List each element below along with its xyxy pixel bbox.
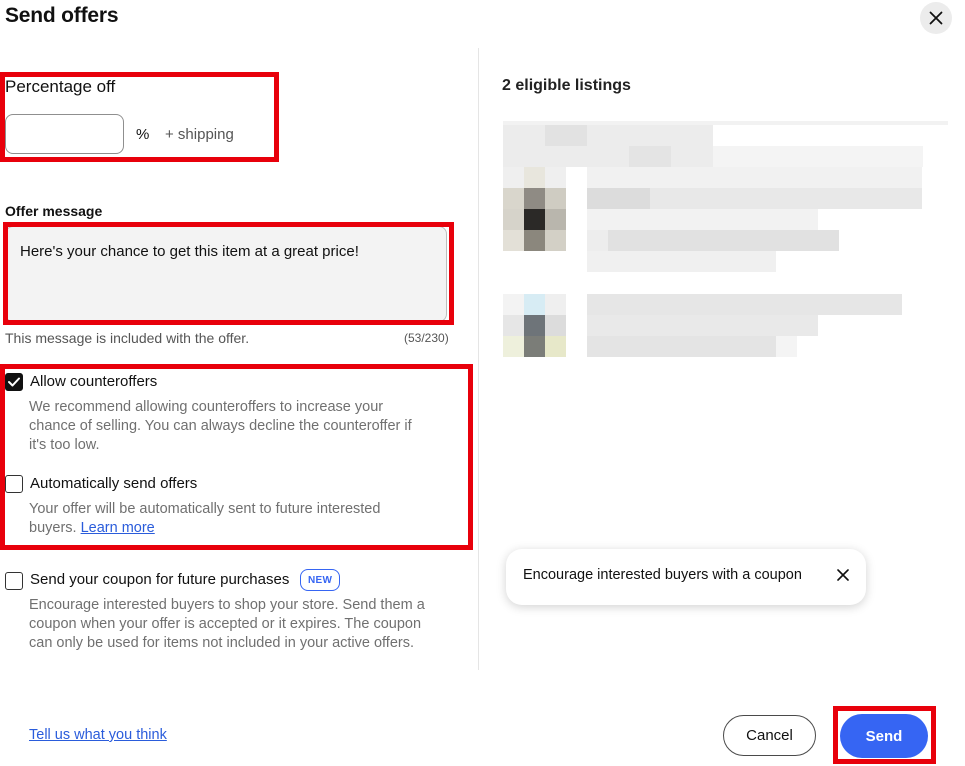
close-icon (929, 11, 943, 25)
send-coupon-label: Send your coupon for future purchases (30, 571, 290, 588)
tooltip-close-button[interactable] (832, 564, 854, 586)
send-button[interactable]: Send (840, 714, 928, 758)
close-icon (837, 569, 849, 581)
close-button[interactable] (920, 2, 952, 34)
offer-message-help: This message is included with the offer. (5, 330, 250, 346)
coupon-tooltip: Encourage interested buyers with a coupo… (506, 549, 866, 605)
highlight-box-message (3, 222, 454, 325)
cancel-button[interactable]: Cancel (723, 715, 816, 756)
highlight-box-options (0, 364, 473, 550)
offer-message-char-count: (53/230) (404, 331, 449, 345)
eligible-listings-heading: 2 eligible listings (502, 77, 631, 94)
column-divider (478, 48, 479, 670)
feedback-link[interactable]: Tell us what you think (29, 727, 167, 743)
dialog-title: Send offers (5, 4, 119, 27)
send-coupon-checkbox[interactable] (5, 572, 23, 590)
new-badge: NEW (300, 569, 341, 591)
offer-message-label: Offer message (5, 203, 103, 219)
send-coupon-desc: Encourage interested buyers to shop your… (29, 597, 425, 651)
highlight-box-percentage (0, 72, 279, 162)
coupon-tooltip-text: Encourage interested buyers with a coupo… (523, 567, 802, 583)
